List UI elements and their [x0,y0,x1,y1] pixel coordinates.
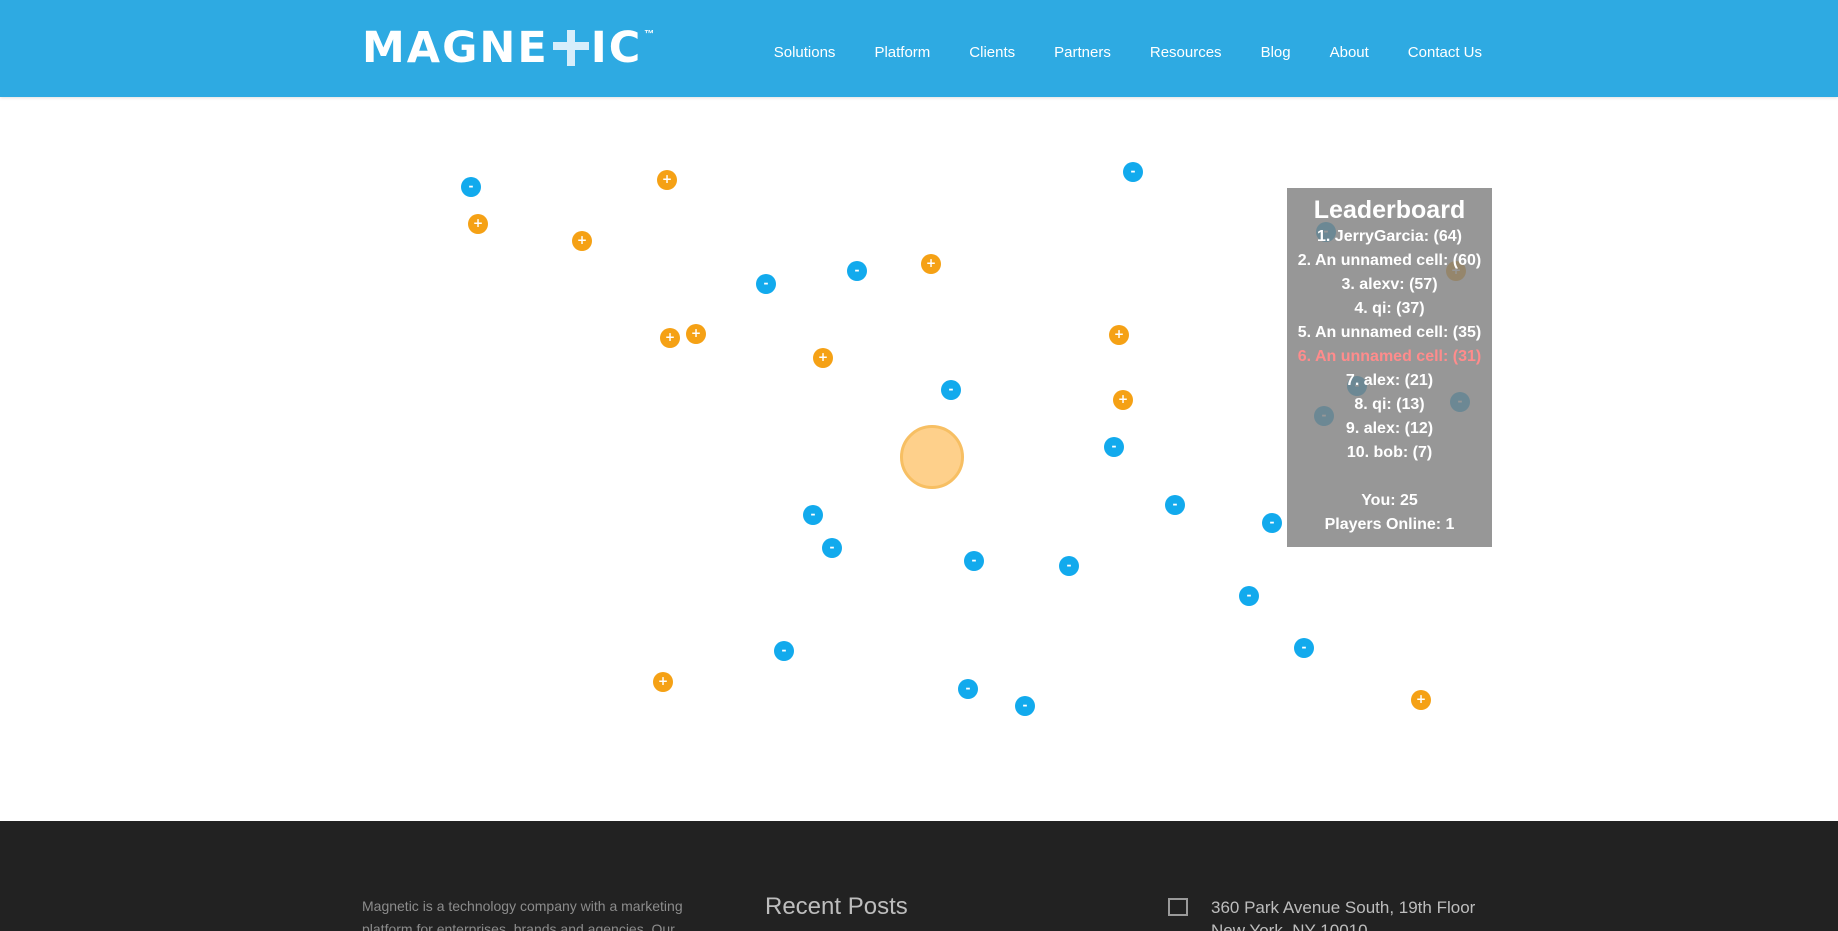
nav-about[interactable]: About [1330,44,1369,61]
plus-cell: + [921,254,941,274]
minus-cell: - [941,380,961,400]
leaderboard-entry: 7. alex: (21) [1345,372,1434,389]
leaderboard-entry: 10. bob: (7) [1346,444,1433,461]
minus-cell: - [1123,162,1143,182]
minus-cell: - [1294,638,1314,658]
your-score: You: 25 [1361,492,1418,509]
leaderboard-list: 1. JerryGarcia: (64) 2. An unnamed cell:… [1287,225,1492,465]
site-header: MAGNE IC ™ Solutions Platform Clients Pa… [0,0,1838,97]
nav-clients[interactable]: Clients [969,44,1015,61]
minus-cell: - [1015,696,1035,716]
nav-partners[interactable]: Partners [1054,44,1111,61]
minus-cell: - [1059,556,1079,576]
address-line-1: 360 Park Avenue South, 19th Floor [1211,898,1476,917]
plus-cell: + [653,672,673,692]
leaderboard-entry: 9. alex: (12) [1345,420,1434,437]
plus-cell: + [686,324,706,344]
leaderboard-entry: 3. alexv: (57) [1341,276,1438,293]
leaderboard-entry: 8. qi: (13) [1354,396,1425,413]
site-footer: Magnetic is a technology company with a … [0,821,1838,931]
leaderboard-title: Leaderboard [1313,196,1466,224]
logo-cross-icon [552,30,589,66]
plus-cell: + [813,348,833,368]
about-line-1: Magnetic is a technology company with a … [362,898,683,914]
minus-cell: - [1239,586,1259,606]
minus-cell: - [1262,513,1282,533]
footer-about-text: Magnetic is a technology company with a … [362,895,692,931]
minus-cell: - [822,538,842,558]
game-canvas[interactable]: - - - - - - - - - - - - - - - - - - - - … [0,97,1838,821]
magnetic-logo[interactable]: MAGNE IC ™ [362,26,654,70]
nav-solutions[interactable]: Solutions [774,44,836,61]
player-cell[interactable] [900,425,964,489]
minus-cell: - [964,551,984,571]
leaderboard-entry: 1. JerryGarcia: (64) [1317,228,1462,245]
plus-cell: + [1109,325,1129,345]
minus-cell: - [803,505,823,525]
nav-contact-us[interactable]: Contact Us [1408,44,1482,61]
address-line-2: New York, NY 10010 [1211,921,1368,931]
minus-cell: - [958,679,978,699]
leaderboard-entry-current-player: 6. An unnamed cell: (31) [1297,348,1482,365]
leaderboard-entry: 2. An unnamed cell: (60) [1297,252,1482,269]
minus-cell: - [756,274,776,294]
footer-address: 360 Park Avenue South, 19th Floor New Yo… [1211,896,1475,931]
square-outline-icon [1168,898,1188,916]
plus-cell: + [468,214,488,234]
leaderboard-panel: Leaderboard 1. JerryGarcia: (64) 2. An u… [1287,188,1492,547]
nav-platform[interactable]: Platform [874,44,930,61]
logo-text-right: IC [590,23,643,73]
plus-cell: + [1113,390,1133,410]
players-online: Players Online: 1 [1324,516,1455,533]
minus-cell: - [1165,495,1185,515]
minus-cell: - [1104,437,1124,457]
main-nav: Solutions Platform Clients Partners Reso… [735,44,1482,61]
recent-posts-heading: Recent Posts [765,893,908,920]
about-line-2: platform for enterprises, brands and age… [362,921,675,931]
minus-cell: - [774,641,794,661]
plus-cell: + [660,328,680,348]
plus-cell: + [572,231,592,251]
logo-text-left: MAGNE [362,23,549,73]
plus-cell: + [657,170,677,190]
leaderboard-entry: 4. qi: (37) [1354,300,1425,317]
minus-cell: - [847,261,867,281]
leaderboard-entry: 5. An unnamed cell: (35) [1297,324,1482,341]
nav-resources[interactable]: Resources [1150,44,1222,61]
minus-cell: - [461,177,481,197]
nav-blog[interactable]: Blog [1261,44,1291,61]
plus-cell: + [1411,690,1431,710]
trademark-symbol: ™ [644,29,655,40]
